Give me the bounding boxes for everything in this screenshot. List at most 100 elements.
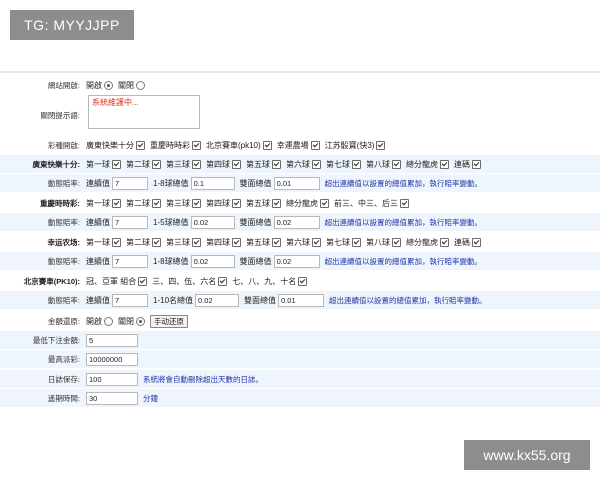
xy-item[interactable]: 總分龍虎 xyxy=(406,237,449,248)
checkbox-icon[interactable] xyxy=(152,159,161,169)
checkbox-icon[interactable] xyxy=(136,140,145,150)
log-keep-input[interactable]: 100 xyxy=(86,372,138,386)
checkbox-icon[interactable] xyxy=(312,237,321,247)
cq-ball-total-input[interactable]: 0.02 xyxy=(190,215,235,229)
lottery-toggle[interactable]: 廣東快樂十分 xyxy=(86,140,145,151)
checkbox-icon[interactable] xyxy=(272,237,281,247)
checkbox-icon[interactable] xyxy=(352,237,361,247)
row-gd-items: 廣東快樂十分: 第一球 第二球 第三球 第四球 第五球 第六球 第七球 第八球 … xyxy=(0,155,600,173)
xy-double-total-input[interactable]: 0.02 xyxy=(273,254,320,268)
cq-item[interactable]: 總分龍虎 xyxy=(286,198,329,209)
cq-continuous-input[interactable]: 7 xyxy=(112,215,148,229)
checkbox-icon[interactable] xyxy=(192,140,201,150)
checkbox-icon[interactable] xyxy=(192,237,201,247)
manual-restore-button[interactable]: 手动还原 xyxy=(150,314,188,328)
checkbox-icon[interactable] xyxy=(298,276,308,286)
radio-icon[interactable] xyxy=(104,80,113,90)
gd-double-total-input[interactable]: 0.01 xyxy=(273,176,320,190)
checkbox-icon[interactable] xyxy=(152,198,161,208)
checkbox-icon[interactable] xyxy=(352,159,361,169)
checkbox-icon[interactable] xyxy=(310,140,320,150)
xy-item[interactable]: 第五球 xyxy=(246,237,281,248)
checkbox-icon[interactable] xyxy=(152,237,161,247)
gd-ball-total-input[interactable]: 0.1 xyxy=(190,176,235,190)
xy-continuous-input[interactable]: 7 xyxy=(112,254,148,268)
checkbox-icon[interactable] xyxy=(392,237,401,247)
bj-double-total-input[interactable]: 0.01 xyxy=(278,293,325,307)
bj-item[interactable]: 三、四、伍、六名 xyxy=(152,276,228,287)
xy-item[interactable]: 第一球 xyxy=(86,237,121,248)
cq-item[interactable]: 第五球 xyxy=(246,198,281,209)
max-payout-input[interactable]: 10000000 xyxy=(86,352,138,366)
checkbox-icon[interactable] xyxy=(232,159,241,169)
checkbox-icon[interactable] xyxy=(440,237,449,247)
gd-item[interactable]: 第五球 xyxy=(246,159,281,170)
close-notice-textarea[interactable]: 系統維護中... xyxy=(88,95,200,129)
lottery-toggle[interactable]: 北京賽車(pk10) xyxy=(206,140,272,151)
xy-item[interactable]: 第四球 xyxy=(206,237,241,248)
checkbox-icon[interactable] xyxy=(320,198,329,208)
xy-item[interactable]: 第七球 xyxy=(326,237,361,248)
lottery-toggle[interactable]: 江苏骰寶(快3) xyxy=(325,140,386,151)
checkbox-icon[interactable] xyxy=(472,237,481,247)
checkbox-icon[interactable] xyxy=(218,276,228,286)
checkbox-icon[interactable] xyxy=(112,159,121,169)
checkbox-icon[interactable] xyxy=(262,140,272,150)
gd-item[interactable]: 第七球 xyxy=(326,159,361,170)
cq-item[interactable]: 第一球 xyxy=(86,198,121,209)
bj-ball-total-input[interactable]: 0.02 xyxy=(195,293,240,307)
bj-continuous-input[interactable]: 7 xyxy=(112,293,148,307)
checkbox-icon[interactable] xyxy=(272,198,281,208)
header-divider xyxy=(0,71,600,73)
cq-item[interactable]: 第四球 xyxy=(206,198,241,209)
checkbox-icon[interactable] xyxy=(112,237,121,247)
refund-on[interactable]: 開啟 xyxy=(86,316,113,327)
gd-item[interactable]: 第六球 xyxy=(286,159,321,170)
checkbox-icon[interactable] xyxy=(312,159,321,169)
gd-continuous-input[interactable]: 7 xyxy=(112,176,148,190)
lottery-toggle[interactable]: 重慶時時彩 xyxy=(150,140,201,151)
bj-item[interactable]: 冠、亞軍 組合 xyxy=(86,276,148,287)
checkbox-icon[interactable] xyxy=(138,276,148,286)
radio-icon[interactable] xyxy=(104,316,113,326)
xy-item[interactable]: 第六球 xyxy=(286,237,321,248)
cq-trend-label: 動態賠率: xyxy=(47,217,80,227)
gd-item[interactable]: 第三球 xyxy=(166,159,201,170)
cq-item[interactable]: 前三、中三、后三 xyxy=(334,198,409,209)
cq-item[interactable]: 第二球 xyxy=(126,198,161,209)
cq-double-total-input[interactable]: 0.02 xyxy=(273,215,320,229)
xy-item[interactable]: 第八球 xyxy=(366,237,401,248)
checkbox-icon[interactable] xyxy=(400,198,409,208)
gd-item[interactable]: 第八球 xyxy=(366,159,401,170)
gd-item[interactable]: 第四球 xyxy=(206,159,241,170)
checkbox-icon[interactable] xyxy=(192,159,201,169)
refresh-input[interactable]: 30 xyxy=(86,391,138,405)
checkbox-icon[interactable] xyxy=(232,198,241,208)
checkbox-icon[interactable] xyxy=(192,198,201,208)
radio-icon[interactable] xyxy=(136,80,145,90)
radio-icon[interactable] xyxy=(136,316,145,326)
checkbox-icon[interactable] xyxy=(440,159,449,169)
checkbox-icon[interactable] xyxy=(112,198,121,208)
checkbox-icon[interactable] xyxy=(392,159,401,169)
gd-item[interactable]: 第一球 xyxy=(86,159,121,170)
site-status-off[interactable]: 關閉 xyxy=(118,80,145,91)
min-bet-input[interactable]: 5 xyxy=(86,333,138,347)
gd-item[interactable]: 連碼 xyxy=(454,159,481,170)
checkbox-icon[interactable] xyxy=(232,237,241,247)
site-status-on[interactable]: 開啟 xyxy=(86,80,113,91)
xy-item[interactable]: 第三球 xyxy=(166,237,201,248)
xy-ball-total-input[interactable]: 0.02 xyxy=(190,254,235,268)
cq-item[interactable]: 第三球 xyxy=(166,198,201,209)
bj-item[interactable]: 七、八、九、十名 xyxy=(232,276,308,287)
refund-off[interactable]: 關閉 xyxy=(118,316,145,327)
gd-item[interactable]: 第二球 xyxy=(126,159,161,170)
checkbox-icon[interactable] xyxy=(272,159,281,169)
xy-item[interactable]: 連碼 xyxy=(454,237,481,248)
lottery-toggle[interactable]: 幸運農場 xyxy=(277,140,320,151)
bj-label: 北京賽車(PK10): xyxy=(23,276,80,286)
xy-item[interactable]: 第二球 xyxy=(126,237,161,248)
checkbox-icon[interactable] xyxy=(472,159,481,169)
gd-item[interactable]: 總分龍虎 xyxy=(406,159,449,170)
checkbox-icon[interactable] xyxy=(376,140,386,150)
